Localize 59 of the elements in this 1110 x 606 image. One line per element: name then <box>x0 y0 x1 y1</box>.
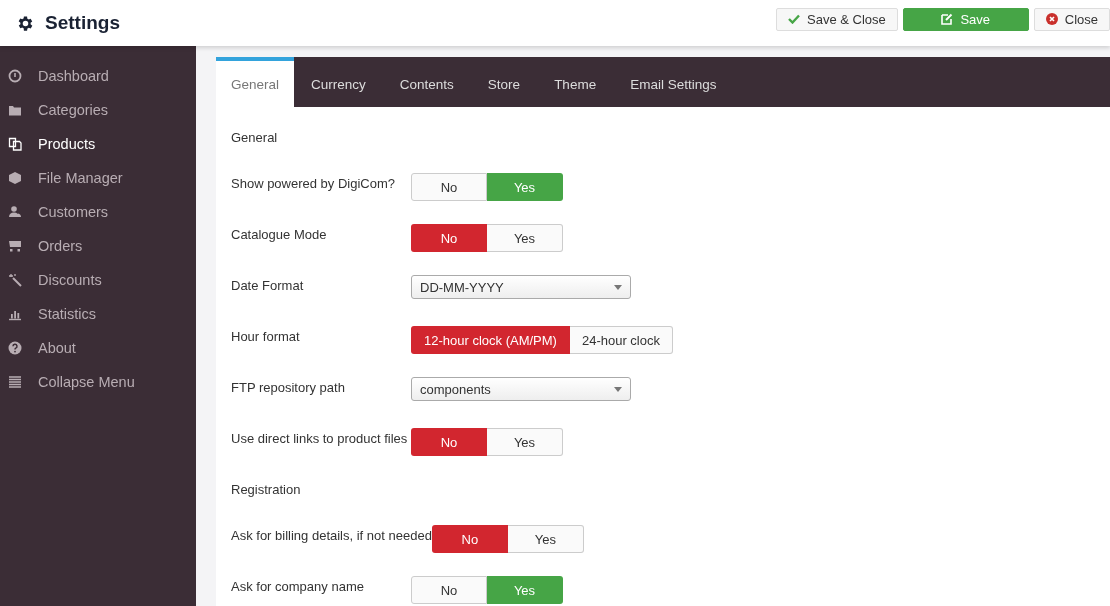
tab[interactable]: Theme <box>537 57 614 107</box>
sidebar-item[interactable]: Orders <box>0 229 196 263</box>
help-icon <box>8 341 22 355</box>
tab[interactable]: General <box>216 57 295 107</box>
dropdown-caret-icon <box>614 284 622 290</box>
field-label: Ask for billing details, if not needed <box>231 527 432 545</box>
save-button[interactable]: Save <box>902 7 1029 31</box>
check-icon <box>788 14 800 24</box>
dropdown-caret-icon <box>614 386 622 392</box>
sidebar-item[interactable]: Discounts <box>0 263 196 297</box>
tab[interactable]: Store <box>470 57 538 107</box>
dashboard-icon <box>8 69 22 83</box>
copy-icon <box>8 137 22 151</box>
cube-icon <box>8 171 22 185</box>
field-label: Use direct links to product files <box>231 430 409 448</box>
toggle-option[interactable]: Yes <box>507 525 584 553</box>
field-label: FTP repository path <box>231 379 346 397</box>
toggle-option[interactable]: 24-hour clock <box>569 326 673 354</box>
folder-icon <box>8 103 22 117</box>
cart-icon <box>8 239 22 253</box>
toggle-option[interactable]: No <box>431 525 508 553</box>
field-label: Date Format <box>231 277 305 295</box>
sidebar-item[interactable]: Statistics <box>0 297 196 331</box>
dropdown-select[interactable]: components <box>411 377 631 401</box>
close-button[interactable]: Close <box>1033 7 1110 31</box>
sidebar-item[interactable]: Collapse Menu <box>0 365 196 399</box>
list-icon <box>8 375 22 389</box>
section-heading: General <box>231 129 279 147</box>
toggle-option[interactable]: No <box>411 428 487 456</box>
toggle-option[interactable]: 12-hour clock (AM/PM) <box>411 326 570 354</box>
field-label: Hour format <box>231 328 301 346</box>
page-title: Settings <box>45 12 120 34</box>
section-heading: Registration <box>231 481 302 499</box>
users-icon <box>8 205 22 219</box>
sidebar-item[interactable]: About <box>0 331 196 365</box>
toggle-option[interactable]: Yes <box>487 428 563 456</box>
toggle-option[interactable]: No <box>411 224 487 252</box>
wand-icon <box>8 273 22 287</box>
close-icon <box>1045 13 1058 25</box>
field-label: Show powered by DigiCom? <box>231 175 397 193</box>
settings-icon <box>16 13 35 33</box>
sidebar-item[interactable]: File Manager <box>0 161 196 195</box>
toggle-option[interactable]: Yes <box>487 576 563 604</box>
sidebar-item[interactable]: Customers <box>0 195 196 229</box>
toggle-option[interactable]: Yes <box>487 173 563 201</box>
sidebar-item[interactable]: Products <box>0 127 196 161</box>
tab[interactable]: Email Settings <box>613 57 734 107</box>
tab[interactable]: Contents <box>382 57 471 107</box>
field-label: Ask for company name <box>231 578 365 596</box>
field-label: Catalogue Mode <box>231 226 328 244</box>
toggle-option[interactable]: No <box>411 173 487 201</box>
toggle-option[interactable]: No <box>411 576 487 604</box>
save-close-button[interactable]: Save & Close <box>776 7 898 31</box>
sidebar-item[interactable]: Dashboard <box>0 59 196 93</box>
edit-icon <box>941 13 954 25</box>
dropdown-select[interactable]: DD-MM-YYYY <box>411 275 631 299</box>
sidebar-item[interactable]: Categories <box>0 93 196 127</box>
tab[interactable]: Currency <box>294 57 383 107</box>
toggle-option[interactable]: Yes <box>487 224 563 252</box>
